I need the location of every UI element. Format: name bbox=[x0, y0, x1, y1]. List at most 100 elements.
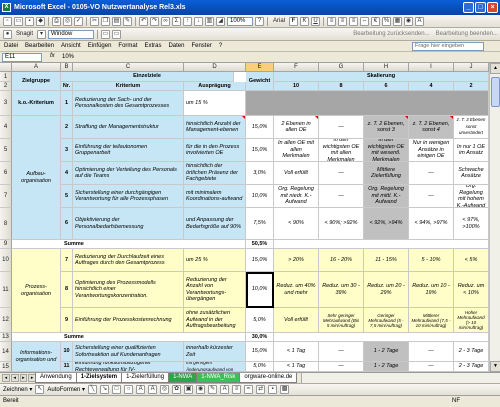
table-row-s4[interactable]: z. T. 2 Ebenen, sonst 4 bbox=[409, 116, 454, 139]
table-row-gewicht[interactable]: 15,0% bbox=[246, 116, 274, 139]
table-row-auspraegung[interactable]: und Anpassung der Bedarfsgröße auf 90% bbox=[184, 208, 246, 240]
scroll-up-icon[interactable]: ▲ bbox=[490, 63, 500, 74]
table-row-s2[interactable]: < 97%, >100% bbox=[454, 208, 489, 240]
table-row-s6[interactable]: Geringer Mehraufwand (5 - 7,5 min/Auftra… bbox=[364, 308, 409, 333]
clipart-icon[interactable]: ✿ bbox=[172, 385, 182, 394]
table-row-s4[interactable]: Mittlerer Mehraufwand (7,5 - 10 min/Auft… bbox=[409, 308, 454, 333]
table-row-nr[interactable]: 6 bbox=[61, 208, 73, 240]
fx-icon[interactable]: fx bbox=[50, 53, 55, 59]
table-row-s6[interactable]: Mittlere Zielerfüllung bbox=[364, 162, 409, 185]
header-auspraegung[interactable]: Ausprägung bbox=[184, 82, 246, 91]
summe-prozess-value[interactable]: 30,0% bbox=[246, 333, 274, 342]
reviewing-icon[interactable]: ▭ bbox=[101, 29, 111, 39]
tab-nwa[interactable]: 1-NWA bbox=[168, 373, 198, 383]
help-icon[interactable]: ? bbox=[255, 16, 264, 26]
sort-desc-icon[interactable]: ↓ bbox=[194, 16, 203, 26]
header-scale-8[interactable]: 8 bbox=[319, 82, 364, 91]
table-row-gewicht[interactable]: 15,0% bbox=[246, 249, 274, 272]
menu-daten[interactable]: Daten bbox=[168, 43, 184, 49]
header-scale-10[interactable]: 10 bbox=[274, 82, 319, 91]
bold-icon[interactable]: F bbox=[289, 16, 299, 26]
table-row-s8[interactable]: — bbox=[319, 342, 364, 362]
table-row-nr[interactable]: 3 bbox=[61, 139, 73, 162]
ko-kriterium[interactable]: Reduzierung der Sach- und der Personalko… bbox=[73, 91, 184, 116]
row-header-5[interactable]: 5 bbox=[0, 139, 12, 162]
align-left-icon[interactable]: ≡ bbox=[327, 16, 337, 26]
tab-zielsystem[interactable]: 1-Zielsystem bbox=[75, 373, 123, 383]
print-icon[interactable]: ⎙ bbox=[52, 16, 61, 26]
table-row-auspraegung[interactable]: innerhalb kürzester Zeit bbox=[184, 342, 246, 362]
table-row-s6[interactable]: 11 - 15% bbox=[364, 249, 409, 272]
table-row-s10[interactable]: Org. Regelung mit niedr. K.-Aufwand bbox=[274, 185, 319, 208]
font-name-select[interactable]: Arial bbox=[271, 18, 287, 24]
italic-icon[interactable]: K bbox=[300, 16, 310, 26]
tab-orgware[interactable]: orgware-online.de bbox=[239, 373, 298, 383]
table-row-s4[interactable]: — bbox=[409, 162, 454, 185]
review-send-back-button[interactable]: Bearbeitung zurücksenden... bbox=[351, 31, 431, 37]
table-row-s10[interactable]: 2 Ebenen in allen OE bbox=[274, 116, 319, 139]
snagit-menu-icon[interactable]: ▾ bbox=[37, 29, 47, 39]
help-search-input[interactable]: Frage hier eingeben bbox=[412, 42, 484, 51]
dash-style-icon[interactable]: ┅ bbox=[244, 385, 254, 394]
worksheet-grid[interactable]: Zielgruppe Einzelziele Nr. Kriterium Aus… bbox=[12, 72, 489, 372]
menu-datei[interactable]: Datei bbox=[4, 43, 18, 49]
table-row-s2[interactable]: Reduz. um < 10% bbox=[454, 272, 489, 308]
row-header-11[interactable]: 11 bbox=[0, 272, 12, 308]
menu-format[interactable]: Format bbox=[118, 43, 137, 49]
select-all-corner[interactable] bbox=[0, 63, 12, 72]
print-preview-icon[interactable]: ◎ bbox=[63, 16, 72, 26]
row-header-10[interactable]: 10 bbox=[0, 249, 12, 272]
table-row-s10[interactable]: < 1 Tag bbox=[274, 342, 319, 362]
table-row-s4[interactable]: Nur in wenigen Ansätze in einigen OE bbox=[409, 139, 454, 162]
name-box[interactable]: E11 bbox=[2, 53, 42, 62]
table-row-gewicht[interactable]: 7,5% bbox=[246, 208, 274, 240]
table-row-s8[interactable]: < 90%; >92% bbox=[319, 208, 364, 240]
ko-label[interactable]: k.o.-Kriterium bbox=[12, 91, 61, 116]
table-row-s4[interactable]: Reduz. um 10 - 19% bbox=[409, 272, 454, 308]
table-row-kriterium[interactable]: Sicherstellung einer qualifizierten Sofo… bbox=[73, 342, 184, 362]
summe-prozess-label[interactable]: Summe bbox=[12, 333, 246, 342]
oval-icon[interactable]: ○ bbox=[124, 385, 134, 394]
row-header-13[interactable]: 13 bbox=[0, 333, 12, 342]
menu-bearbeiten[interactable]: Bearbeiten bbox=[25, 43, 54, 49]
table-row-auspraegung[interactable]: ohne zusätzlichen Aufwand in der Auftrag… bbox=[184, 308, 246, 333]
header-einzelziele[interactable]: Einzelziele bbox=[61, 72, 234, 82]
table-row-s4[interactable]: < 94%, >97% bbox=[409, 208, 454, 240]
group-prozess-label[interactable]: Prozess-organisation bbox=[12, 249, 61, 333]
arrow-style-icon[interactable]: ⇄ bbox=[256, 385, 266, 394]
borders-icon[interactable]: ▦ bbox=[393, 16, 403, 26]
autoformen-menu[interactable]: AutoFormen ▾ bbox=[47, 386, 85, 393]
table-row-kriterium[interactable]: Optimierung des Prozessmodells hinsichtl… bbox=[73, 272, 184, 308]
summe-aufbau-label[interactable]: Summe bbox=[12, 240, 246, 249]
rectangle-icon[interactable]: □ bbox=[112, 385, 122, 394]
table-row-auspraegung[interactable]: um 25 % bbox=[184, 249, 246, 272]
hyperlink-icon[interactable]: ∞ bbox=[161, 16, 170, 26]
table-row-s2[interactable]: Org. Regelung mit hohem K.-Aufwand bbox=[454, 185, 489, 208]
table-row-s4[interactable]: — bbox=[409, 362, 454, 372]
column-header-h[interactable]: H bbox=[364, 63, 409, 72]
table-row-s10[interactable]: < 1 Tag bbox=[274, 362, 319, 372]
table-row-s10[interactable]: In allen OE mit allen Merkmalen bbox=[274, 139, 319, 162]
table-row-kriterium[interactable]: Optimierung der Verteilung des Personals… bbox=[73, 162, 184, 185]
align-center-icon[interactable]: ≡ bbox=[338, 16, 348, 26]
ko-nr[interactable]: 1 bbox=[61, 91, 73, 116]
table-row-s2[interactable]: Schwache Ansätze bbox=[454, 162, 489, 185]
open-folder-icon[interactable]: ▭ bbox=[14, 16, 23, 26]
header-scale-4[interactable]: 4 bbox=[409, 82, 454, 91]
selected-cell-e11[interactable]: 10,0% bbox=[246, 272, 274, 308]
zeichnen-menu[interactable]: Zeichnen ▾ bbox=[3, 386, 32, 393]
row-header-8[interactable]: 8 bbox=[0, 208, 12, 240]
table-row-s2[interactable]: < 5% bbox=[454, 249, 489, 272]
table-row-gewicht[interactable]: 10,0% bbox=[246, 185, 274, 208]
table-row-s6[interactable]: 1 - 2 Tage bbox=[364, 342, 409, 362]
table-row-s8[interactable]: 16 - 20% bbox=[319, 249, 364, 272]
snagit-window-select[interactable]: Window bbox=[48, 29, 95, 39]
table-row-s2[interactable]: Hoher Mehraufwand (> 10 min/Auftrag) bbox=[454, 308, 489, 333]
table-row-nr[interactable]: 11 bbox=[61, 362, 73, 372]
snagit-button[interactable]: Snagit bbox=[14, 31, 35, 37]
table-row-s4[interactable]: 5 - 10% bbox=[409, 249, 454, 272]
summe-prozess-empty[interactable] bbox=[274, 333, 489, 342]
table-row-kriterium[interactable]: Einführung funktionsbezogener Rechteverw… bbox=[73, 362, 184, 372]
redo-icon[interactable]: ↷ bbox=[150, 16, 159, 26]
table-row-s6[interactable]: in den wichtigsten OE mit wesentl. Merkm… bbox=[364, 139, 409, 162]
